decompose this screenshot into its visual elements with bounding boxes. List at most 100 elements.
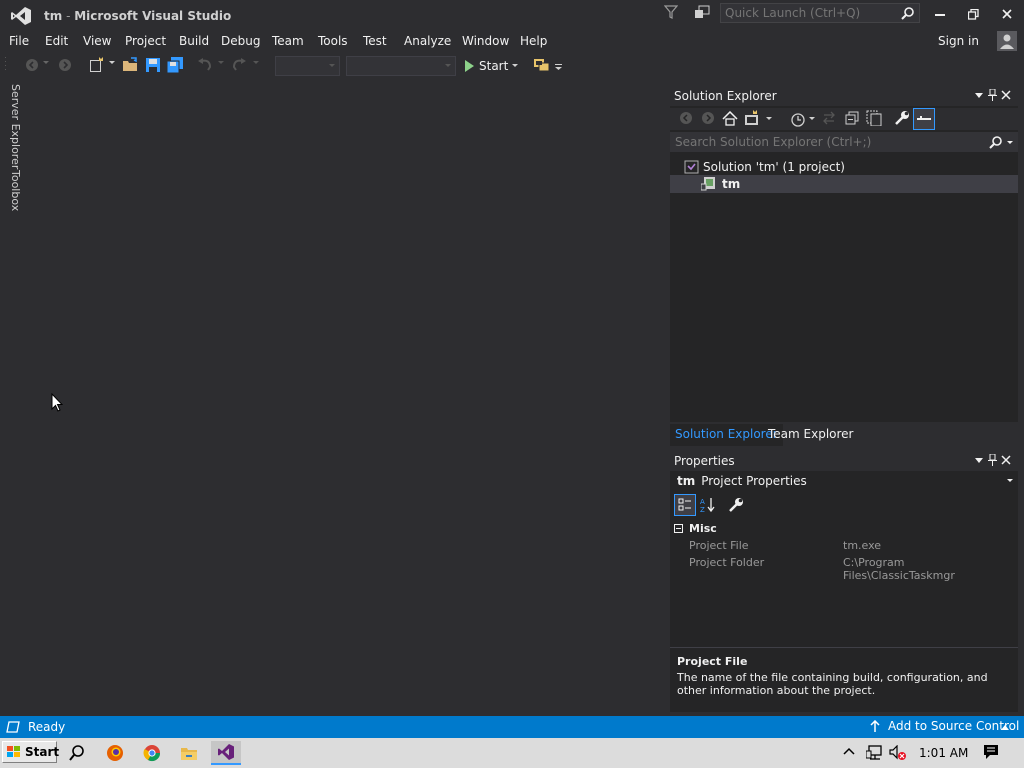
window-position-dropdown-icon[interactable] [975,93,983,98]
toolbar-options-icon[interactable] [555,63,563,71]
firefox-icon[interactable] [100,741,130,765]
start-dropdown-icon[interactable] [512,64,519,68]
properties-title: Properties [674,454,735,468]
undo-icon[interactable] [197,57,213,73]
collapse-all-icon[interactable] [845,111,859,125]
redo-icon[interactable] [231,57,247,73]
forward-icon[interactable] [701,111,715,125]
show-all-files-icon[interactable] [866,110,882,126]
title-bar: tm - Microsoft Visual Studio [0,0,1024,32]
search-icon[interactable] [62,741,92,765]
object-dropdown-icon[interactable] [1007,479,1013,483]
menu-file[interactable]: File [9,34,29,48]
menu-edit[interactable]: Edit [45,34,68,48]
close-panel-icon[interactable] [1001,455,1011,465]
save-icon[interactable] [145,57,161,73]
categorized-icon[interactable] [674,494,696,516]
search-icon[interactable] [901,6,915,20]
action-center-icon[interactable] [983,744,999,760]
close-button[interactable] [995,4,1019,24]
tab-server-explorer[interactable]: Server Explorer [9,84,22,169]
property-row-project-folder[interactable]: Project Folder C:\Program Files\ClassicT… [670,554,1018,582]
tree-item-solution[interactable]: Solution 'tm' (1 project) [670,158,1018,176]
sync-with-active-document-icon[interactable] [822,111,836,125]
menu-debug[interactable]: Debug [221,34,260,48]
file-explorer-icon[interactable] [174,741,204,765]
account-avatar-icon[interactable] [997,31,1017,51]
property-name: Project Folder [689,556,765,569]
alphabetical-icon[interactable]: AZ [700,497,716,513]
property-row-project-file[interactable]: Project File tm.exe [670,537,1018,554]
tab-team-explorer[interactable]: Team Explorer [763,424,859,446]
description-text: The name of the file containing build, c… [677,671,988,697]
properties-wrench-icon[interactable] [894,110,910,126]
start-debugging-button[interactable]: Start [463,57,519,75]
network-icon[interactable] [866,745,884,761]
menu-build[interactable]: Build [179,34,209,48]
configuration-dropdown-icon [329,64,335,68]
volume-muted-icon[interactable] [889,745,907,761]
editor-area[interactable] [24,80,669,716]
preview-selected-items-icon[interactable] [913,108,935,130]
tree-item-project-tm[interactable]: tm [670,175,1018,193]
property-pages-wrench-icon[interactable] [728,497,744,513]
new-project-icon[interactable] [88,57,106,73]
menu-project[interactable]: Project [125,34,166,48]
notification-flag-icon[interactable] [664,5,678,19]
solution-platform-combo[interactable] [346,56,456,76]
redo-dropdown-icon[interactable] [253,61,259,65]
window-position-dropdown-icon[interactable] [975,458,983,463]
auto-hide-pin-icon[interactable] [988,454,997,466]
home-icon[interactable] [722,111,738,126]
auto-hide-pin-icon[interactable] [988,89,997,101]
add-to-source-control-link[interactable]: Add to Source Control [888,719,1019,733]
source-control-menu-icon[interactable] [1001,725,1009,730]
quick-launch[interactable] [720,3,920,23]
explorer-tab-strip: Solution Explorer Team Explorer [670,424,1018,446]
property-value: tm.exe [843,539,882,552]
menu-window[interactable]: Window [462,34,509,48]
solution-configuration-combo[interactable] [275,56,340,76]
tab-toolbox[interactable]: Toolbox [9,170,22,211]
solution-explorer-search-input[interactable] [670,132,975,152]
show-hidden-icons-chevron-icon[interactable] [843,747,855,755]
windows-logo-icon [6,745,22,759]
switch-views-dropdown-icon[interactable] [766,117,772,121]
quick-launch-input[interactable] [721,4,895,22]
menu-analyze[interactable]: Analyze [404,34,451,48]
save-all-icon[interactable] [166,57,184,73]
navigate-back-icon[interactable] [24,57,40,73]
collapse-category-icon[interactable] [674,524,683,533]
menu-view[interactable]: View [83,34,111,48]
search-options-dropdown-icon[interactable] [1007,141,1013,145]
back-dropdown-icon[interactable] [43,61,49,65]
minimize-button[interactable] [928,4,952,24]
sign-in-link[interactable]: Sign in [938,34,979,48]
undo-dropdown-icon[interactable] [218,61,224,65]
attach-to-process-icon[interactable] [533,57,551,73]
start-button[interactable]: Start [2,741,59,763]
open-file-icon[interactable] [122,57,139,73]
filter-dropdown-icon[interactable] [809,117,815,121]
pending-changes-filter-icon[interactable] [790,111,806,127]
clock[interactable]: 1:01 AM [919,746,968,760]
back-icon[interactable] [679,111,693,125]
feedback-icon[interactable] [694,5,710,19]
chrome-icon[interactable] [137,741,167,765]
search-icon[interactable] [989,135,1003,149]
source-control-upload-icon[interactable] [870,720,880,733]
restore-button[interactable] [961,4,985,24]
category-misc[interactable]: Misc [670,520,1018,537]
menu-help[interactable]: Help [520,34,547,48]
solution-explorer-search[interactable] [670,132,1018,152]
menu-team[interactable]: Team [272,34,304,48]
new-dropdown-icon[interactable] [109,61,115,65]
switch-views-icon[interactable] [744,110,762,126]
close-panel-icon[interactable] [1001,90,1011,100]
navigate-forward-icon[interactable] [57,57,73,73]
properties-object-selector[interactable]: tm Project Properties [670,472,1018,490]
menu-tools[interactable]: Tools [318,34,348,48]
menu-test[interactable]: Test [363,34,387,48]
svg-text:A: A [700,498,705,506]
visual-studio-taskbar-icon[interactable] [211,741,241,765]
